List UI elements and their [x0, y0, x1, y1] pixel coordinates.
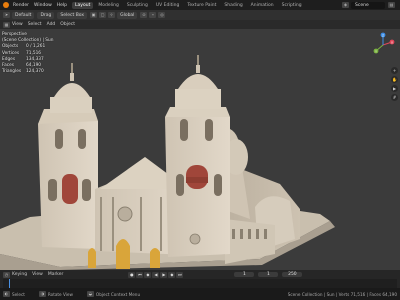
scene-icon: ◈ [342, 2, 349, 8]
timeline-editor-icon[interactable]: ◷ [3, 271, 10, 278]
menu-render[interactable]: Render [13, 3, 29, 8]
tab-scripting[interactable]: Scripting [279, 2, 305, 9]
orientation-dropdown[interactable]: Default [12, 11, 35, 19]
stat-triangles: Triangles 124,370 [2, 69, 44, 75]
playhead[interactable] [9, 279, 10, 288]
viewport-navigation-tools: + ✋ ▶ # [391, 67, 398, 103]
status-context: Object Context Menu [95, 291, 141, 297]
status-select: Select [12, 291, 25, 297]
view-layer-icon[interactable]: ▤ [388, 2, 395, 8]
tab-uv-editing[interactable]: UV Editing [153, 2, 182, 9]
play-icon[interactable]: ▶ [160, 271, 168, 278]
svg-text:Z: Z [382, 33, 384, 37]
select-mode-icon[interactable]: ▣ [90, 12, 98, 18]
menu-keying[interactable]: Keying [12, 272, 27, 277]
proportional-edit-icon[interactable]: ◎ [158, 12, 166, 18]
tab-modeling[interactable]: Modeling [95, 2, 121, 9]
zoom-icon[interactable]: + [391, 67, 398, 74]
menu-timeline-view[interactable]: View [32, 272, 43, 277]
menu-add[interactable]: Add [47, 22, 56, 27]
drag-dropdown[interactable]: Drag [37, 11, 55, 19]
tab-shading[interactable]: Shading [221, 2, 245, 9]
record-icon[interactable]: ● [128, 271, 136, 278]
menu-marker[interactable]: Marker [48, 272, 64, 277]
menu-help[interactable]: Help [57, 3, 67, 8]
cathedral-model [0, 55, 335, 270]
svg-text:Y: Y [375, 49, 377, 53]
viewport-stats-overlay: Perspective (Scene Collection) | Sun Obj… [2, 32, 53, 75]
transform-dropdown[interactable]: Global [117, 11, 138, 19]
status-bar: ◐ Select ◑ Rotate View ◒ Object Context … [0, 288, 400, 300]
scene-name-field[interactable]: Scene [351, 1, 385, 9]
grid-icon[interactable]: # [391, 94, 398, 101]
menu-view[interactable]: View [12, 22, 23, 27]
play-reverse-icon[interactable]: ◀ [152, 271, 160, 278]
scene-selector: ◈ Scene ▤ [342, 1, 397, 9]
camera-view-icon[interactable]: ▶ [391, 85, 398, 92]
jump-end-icon[interactable]: ⏭ [176, 271, 184, 278]
end-frame-field[interactable]: 250 [282, 272, 303, 277]
pivot-icon[interactable]: ⊙ [140, 12, 148, 18]
editor-type-icon[interactable]: ▦ [3, 21, 10, 28]
navigation-gizmo[interactable]: X Y Z [370, 32, 396, 58]
tab-sculpting[interactable]: Sculpting [124, 2, 151, 9]
transform-orientation-icon[interactable]: ⊹ [108, 12, 116, 18]
timeline-panel: ◷ Keying View Marker ● ⏮ ◆ ◀ ▶ ◆ ⏭ 1 1 2… [0, 270, 400, 288]
timeline-ruler[interactable] [3, 279, 397, 288]
main-door [116, 239, 130, 269]
start-frame-field[interactable]: 1 [258, 272, 279, 277]
viewport-header: ▦ View Select Add Object [0, 20, 400, 29]
tab-animation[interactable]: Animation [248, 2, 277, 9]
menu-object[interactable]: Object [60, 22, 75, 27]
tab-layout[interactable]: Layout [72, 1, 94, 9]
pan-hand-icon[interactable]: ✋ [391, 76, 398, 83]
tab-texture-paint[interactable]: Texture Paint [184, 2, 219, 9]
mouse-right-icon: ◒ [86, 291, 94, 297]
tool-header: ➤ Default Drag Select Box ▣ ▢ ⊹ Global ⊙… [0, 10, 400, 20]
prev-key-icon[interactable]: ◆ [144, 271, 152, 278]
next-key-icon[interactable]: ◆ [168, 271, 176, 278]
select-box-dropdown[interactable]: Select Box [57, 11, 88, 19]
blender-logo-icon[interactable] [3, 2, 9, 8]
mouse-middle-icon: ◑ [38, 291, 46, 297]
cursor-tool-icon[interactable]: ➤ [3, 12, 10, 18]
mouse-left-icon: ◐ [3, 291, 10, 297]
menu-window[interactable]: Window [34, 3, 52, 8]
3d-viewport[interactable]: Perspective (Scene Collection) | Sun Obj… [0, 29, 400, 270]
status-rotate: Rotate View [47, 291, 73, 297]
select-extend-icon[interactable]: ▢ [99, 12, 107, 18]
current-frame-field[interactable]: 1 [234, 272, 255, 277]
svg-text:X: X [391, 40, 393, 44]
snap-icon[interactable]: ⌁ [149, 12, 157, 18]
menu-select[interactable]: Select [28, 22, 42, 27]
top-menu-bar: Render Window Help Layout Modeling Sculp… [0, 0, 400, 10]
status-info: Scene Collection | Sun | Verts 71,516 | … [287, 291, 397, 297]
jump-start-icon[interactable]: ⏮ [136, 271, 144, 278]
